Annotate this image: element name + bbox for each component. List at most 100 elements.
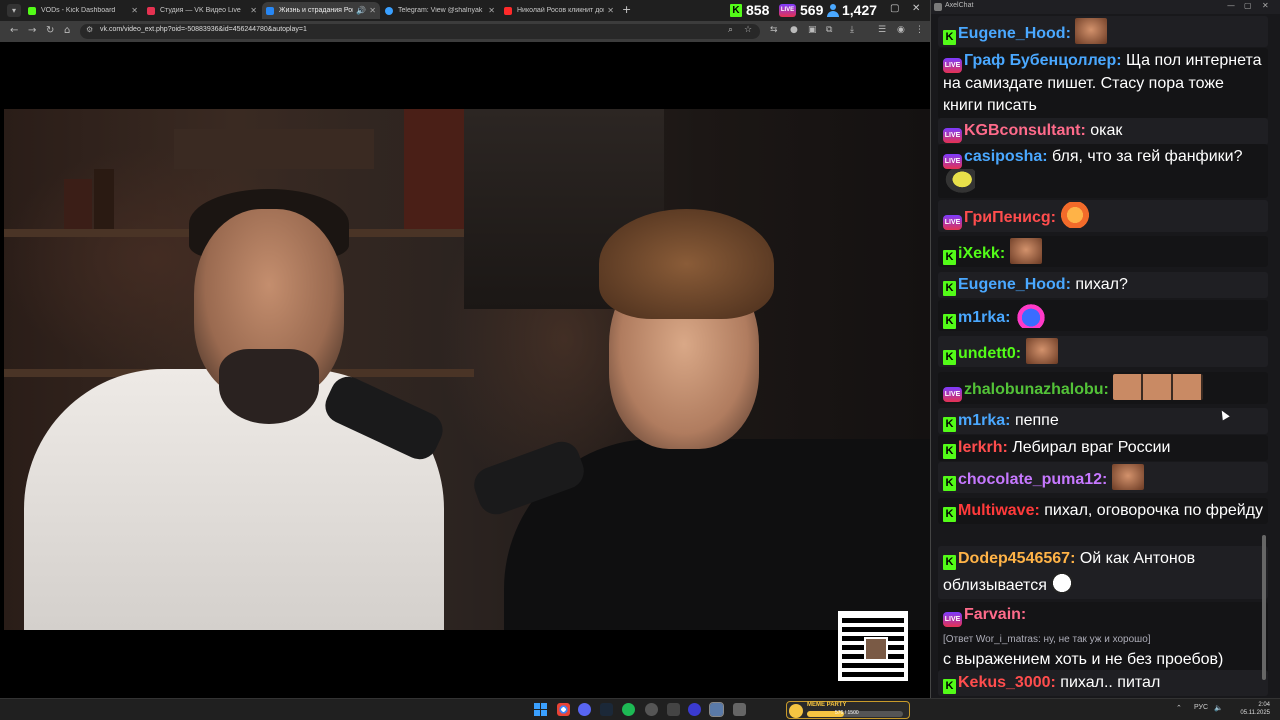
app-icon[interactable] bbox=[733, 703, 746, 716]
chat-username[interactable]: Dodep4546567: bbox=[958, 550, 1075, 567]
youtube-icon bbox=[504, 6, 512, 15]
extension-badge-icon[interactable]: ▣ bbox=[808, 25, 817, 35]
meme-party-widget[interactable]: MEME PARTY 576 / 1500 bbox=[786, 701, 910, 719]
tab-search-button[interactable]: ▾ bbox=[7, 4, 21, 17]
maximize-icon[interactable]: ▢ bbox=[1244, 1, 1252, 10]
chat-username[interactable]: chocolate_puma12: bbox=[958, 471, 1107, 488]
chat-message: Klerkrh: Лебирал враг России bbox=[938, 435, 1268, 461]
chat-username[interactable]: casiposha: bbox=[964, 148, 1048, 165]
close-icon[interactable]: ✕ bbox=[488, 6, 495, 15]
translate-icon[interactable]: ⇆ bbox=[770, 25, 778, 35]
close-window-icon[interactable]: ✕ bbox=[912, 3, 920, 14]
download-icon[interactable]: ⤓ bbox=[850, 25, 854, 35]
site-info-icon[interactable]: ⚙ bbox=[86, 25, 93, 34]
kick-viewer-counter: K 858 bbox=[730, 1, 769, 19]
chrome-icon[interactable] bbox=[557, 703, 570, 716]
video-player[interactable] bbox=[4, 42, 930, 696]
tab-group-icon[interactable]: ☰ bbox=[878, 25, 886, 35]
chat-message: LIVE zhalobunazhalobu: bbox=[938, 372, 1268, 404]
app-icon[interactable] bbox=[667, 703, 680, 716]
meme-progress-value: 576 / 1500 bbox=[835, 710, 859, 716]
chat-message: K Dodep4546567: Ой как Антонов облизывает… bbox=[938, 546, 1268, 599]
video-frame bbox=[4, 109, 930, 630]
active-app-icon[interactable] bbox=[709, 702, 724, 717]
back-icon[interactable]: ← bbox=[10, 25, 18, 36]
url-text: vk.com/video_ext.php?oid=-50883936&id=45… bbox=[100, 26, 307, 33]
face-emote-icon bbox=[1075, 18, 1108, 44]
tray-chevron-icon[interactable]: ⌃ bbox=[1176, 704, 1182, 712]
chat-username[interactable]: KGBconsultant: bbox=[964, 122, 1086, 139]
steam-icon[interactable] bbox=[600, 703, 613, 716]
media-player-icon[interactable] bbox=[688, 703, 701, 716]
tab-kick-dashboard[interactable]: VODs - Kick Dashboard ✕ bbox=[24, 2, 142, 19]
bird-emote-icon bbox=[943, 169, 975, 195]
chat-username[interactable]: Eugene_Hood: bbox=[958, 276, 1071, 293]
chat-message: KiXekk: bbox=[938, 236, 1268, 267]
chat-username[interactable]: Kekus_3000: bbox=[958, 674, 1056, 691]
close-icon[interactable]: ✕ bbox=[369, 6, 376, 15]
discord-icon[interactable] bbox=[578, 703, 591, 716]
extensions-puzzle-icon[interactable]: ⧉ bbox=[826, 25, 832, 35]
tab-youtube[interactable]: Николай Росов кликнит дома... ✕ bbox=[500, 2, 618, 19]
book bbox=[404, 109, 464, 229]
chat-username[interactable]: Граф Бубенцоллер: bbox=[964, 52, 1122, 69]
chat-message: K Eugene_Hood: пихал? bbox=[938, 272, 1268, 298]
spotify-icon[interactable] bbox=[622, 703, 635, 716]
chat-message: Kchocolate_puma12: bbox=[938, 462, 1268, 493]
chat-scrollbar[interactable] bbox=[1262, 535, 1266, 680]
chat-username[interactable]: lerkrh: bbox=[958, 439, 1008, 456]
clock-time: 2:04 bbox=[1258, 702, 1270, 708]
maximize-icon[interactable]: ▢ bbox=[890, 3, 899, 14]
chat-message: Kundett0: bbox=[938, 336, 1268, 367]
chat-message: LIVE casiposha: бля, что за гей фанфики? bbox=[938, 144, 1268, 198]
close-icon[interactable]: ✕ bbox=[250, 6, 257, 15]
tab-vk-video[interactable]: Жизнь и страдания Рома... 🔊 ✕ bbox=[262, 2, 380, 19]
host-left-beard bbox=[219, 349, 319, 424]
new-tab-button[interactable]: + bbox=[622, 3, 631, 16]
reload-icon[interactable]: ↻ bbox=[46, 25, 54, 36]
menu-icon[interactable]: ⋮ bbox=[915, 25, 924, 35]
vk-live-icon: LIVE bbox=[779, 3, 796, 17]
tab-telegram[interactable]: Telegram: View @shalnyak ✕ bbox=[381, 2, 499, 19]
home-icon[interactable]: ⌂ bbox=[64, 25, 70, 36]
obs-icon[interactable] bbox=[645, 703, 658, 716]
kick-badge-icon: K bbox=[943, 476, 956, 491]
bookmark-star-icon[interactable]: ☆ bbox=[744, 25, 752, 35]
tab-label: Жизнь и страдания Рома... bbox=[279, 7, 353, 14]
forward-icon[interactable]: → bbox=[28, 25, 36, 36]
zoom-icon[interactable]: ⌕ bbox=[728, 25, 733, 35]
chat-message: K Eugene_Hood: bbox=[938, 16, 1268, 47]
chat-username[interactable]: Eugene_Hood: bbox=[958, 25, 1071, 42]
speaker-icon[interactable]: 🔊 bbox=[356, 6, 366, 15]
close-icon[interactable]: ✕ bbox=[607, 6, 614, 15]
chat-username[interactable]: Farvain: bbox=[964, 606, 1026, 623]
chat-message: LIVE Farvain: [Ответ Wor_i_matras: ну, не… bbox=[938, 602, 1268, 673]
profile-icon[interactable]: ◉ bbox=[897, 25, 905, 35]
chat-username[interactable]: Multiwave: bbox=[958, 502, 1040, 519]
address-bar[interactable]: ⚙ vk.com/video_ext.php?oid=-50883936&id=… bbox=[80, 24, 760, 39]
chat-message-list[interactable]: K Eugene_Hood: LIVE Граф Бубенцоллер: Ща п… bbox=[931, 14, 1269, 698]
chat-message: LIVE KGBconsultant: окак bbox=[938, 118, 1268, 145]
minimize-icon[interactable]: — bbox=[1227, 1, 1235, 10]
chat-text: пеппе bbox=[1014, 412, 1059, 429]
close-icon[interactable]: ✕ bbox=[1262, 1, 1269, 10]
system-clock[interactable]: 2:04 05.11.2025 bbox=[1238, 701, 1270, 717]
chat-username[interactable]: ГриПенисg: bbox=[964, 209, 1056, 226]
windows-start-icon[interactable] bbox=[534, 703, 547, 716]
chat-title: AxelChat bbox=[945, 2, 974, 9]
total-viewer-count: 1,427 bbox=[842, 2, 878, 18]
chat-username[interactable]: undett0: bbox=[958, 345, 1021, 362]
chat-text: окак bbox=[1090, 122, 1123, 139]
chat-username[interactable]: zhalobunazhalobu: bbox=[964, 381, 1109, 398]
close-icon[interactable]: ✕ bbox=[131, 6, 138, 15]
chat-username[interactable]: m1rka: bbox=[958, 309, 1010, 326]
volume-icon[interactable]: 🔈 bbox=[1214, 704, 1223, 712]
kick-badge-icon: K bbox=[943, 555, 956, 570]
extension-icon[interactable]: ● bbox=[790, 25, 798, 35]
chat-username[interactable]: iXekk: bbox=[958, 245, 1005, 262]
pepe-emote-icon bbox=[1014, 302, 1047, 328]
tab-vk-studio[interactable]: Студия — VK Видео Live ✕ bbox=[143, 2, 261, 19]
chat-text: пихал, оговорочка по фрейду bbox=[1044, 502, 1264, 519]
language-indicator[interactable]: РУС bbox=[1194, 704, 1208, 711]
chat-username[interactable]: m1rka: bbox=[958, 412, 1010, 429]
